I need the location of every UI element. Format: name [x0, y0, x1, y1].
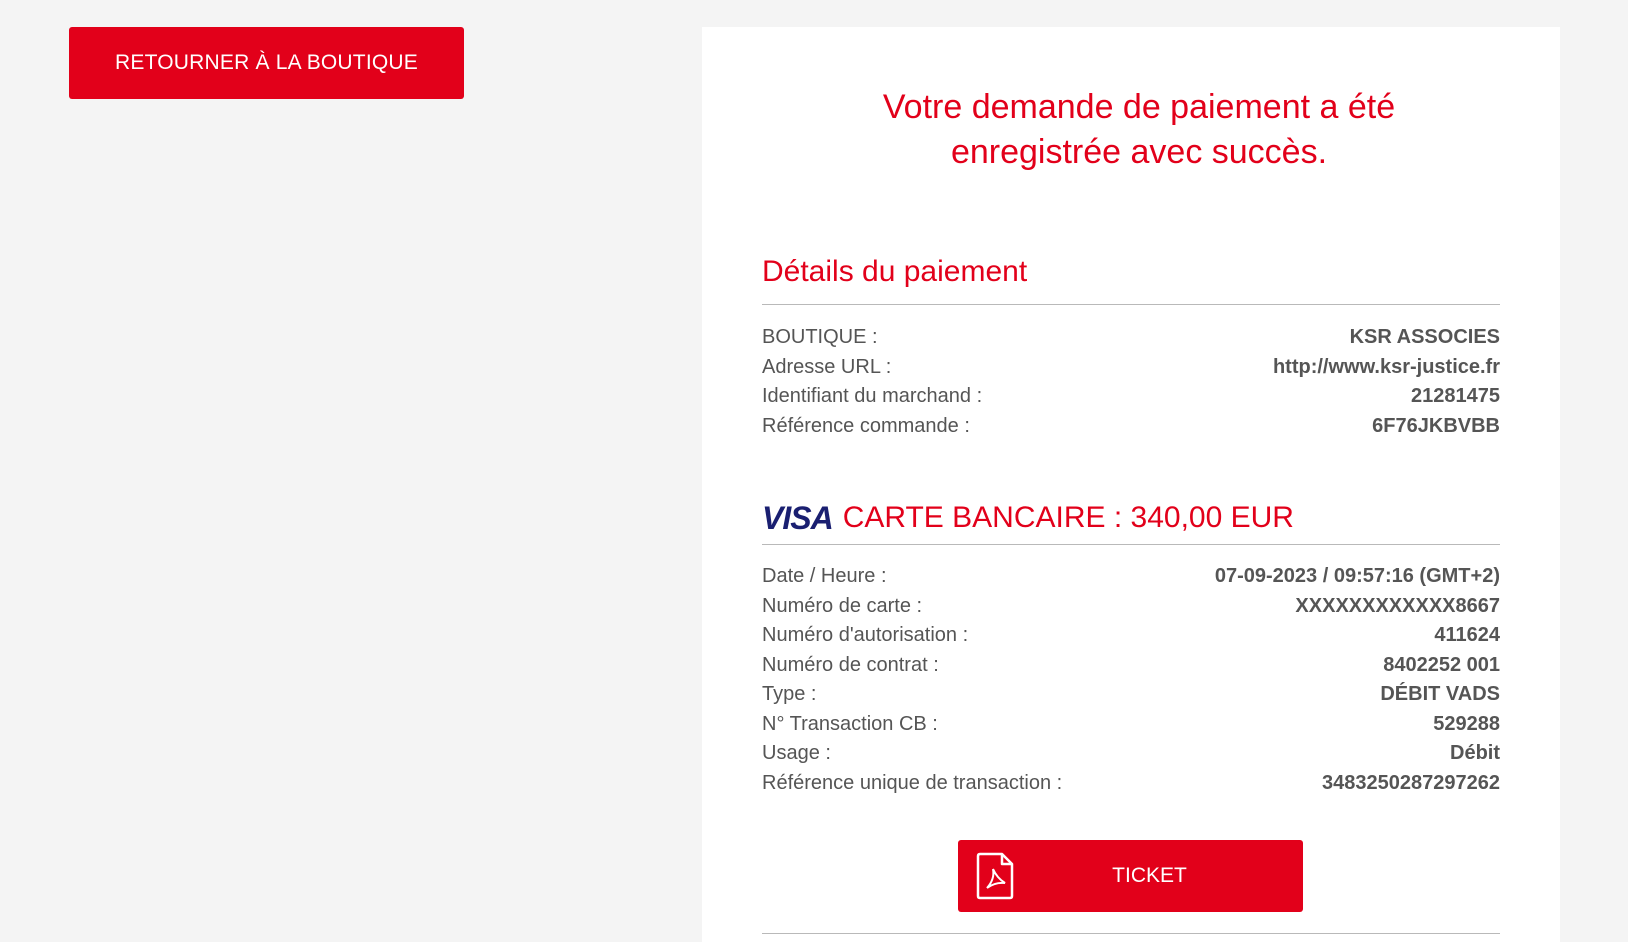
detail-value: XXXXXXXXXXXX8667	[1295, 594, 1500, 617]
transaction-details-list: Date / Heure : 07-09-2023 / 09:57:16 (GM…	[762, 565, 1500, 801]
detail-label: Numéro de contrat :	[762, 653, 939, 676]
detail-label: Identifiant du marchand :	[762, 385, 983, 407]
detail-label: Référence commande :	[762, 414, 970, 437]
detail-value: 3483250287297262	[1322, 771, 1500, 794]
divider	[762, 304, 1500, 305]
detail-label: BOUTIQUE :	[762, 326, 878, 348]
detail-label: Adresse URL :	[762, 355, 892, 378]
detail-row-order-reference: Référence commande : 6F76JKBVBB	[762, 415, 1500, 445]
detail-row-authorization-number: Numéro d'autorisation : 411624	[762, 624, 1500, 654]
detail-row-cb-transaction: N° Transaction CB : 529288	[762, 713, 1500, 743]
detail-value: 07-09-2023 / 09:57:16 (GMT+2)	[1214, 565, 1500, 587]
card-payment-amount: CARTE BANCAIRE : 340,00 EUR	[842, 501, 1294, 534]
detail-row-card-number: Numéro de carte : XXXXXXXXXXXX8667	[762, 595, 1500, 625]
divider	[762, 933, 1500, 934]
detail-row-unique-reference: Référence unique de transaction : 348325…	[762, 772, 1500, 802]
detail-value: 8402252 001	[1383, 653, 1500, 676]
detail-row-date-time: Date / Heure : 07-09-2023 / 09:57:16 (GM…	[762, 565, 1500, 595]
detail-value: DÉBIT VADS	[1380, 683, 1500, 705]
visa-logo-icon: VISA	[762, 500, 834, 536]
detail-label: Usage :	[762, 742, 831, 764]
detail-row-merchant-id: Identifiant du marchand : 21281475	[762, 385, 1500, 415]
detail-row-url: Adresse URL : http://www.ksr-justice.fr	[762, 356, 1500, 386]
confirmation-line-1: Votre demande de paiement a été	[882, 88, 1396, 126]
detail-row-type: Type : DÉBIT VADS	[762, 683, 1500, 713]
confirmation-message: Votre demande de paiement a été enregist…	[702, 85, 1576, 175]
detail-value: 6F76JKBVBB	[1372, 414, 1500, 437]
detail-label: Numéro de carte :	[762, 594, 923, 617]
detail-label: Date / Heure :	[762, 565, 887, 587]
detail-label: Type :	[762, 683, 817, 705]
detail-value: Débit	[1450, 742, 1500, 764]
detail-value: 21281475	[1411, 385, 1500, 407]
detail-row-usage: Usage : Débit	[762, 742, 1500, 772]
card-payment-heading: VISA CARTE BANCAIRE : 340,00 EUR	[762, 501, 1500, 535]
detail-value: KSR ASSOCIES	[1349, 326, 1500, 348]
detail-row-contract-number: Numéro de contrat : 8402252 001	[762, 654, 1500, 684]
back-to-shop-button[interactable]: RETOURNER À LA BOUTIQUE	[69, 27, 464, 99]
ticket-button-label: TICKET	[1112, 864, 1187, 887]
detail-value: http://www.ksr-justice.fr	[1272, 355, 1500, 378]
ticket-download-button[interactable]: TICKET	[958, 840, 1303, 912]
confirmation-line-2: enregistrée avec succès.	[950, 133, 1328, 171]
payment-receipt-card: Votre demande de paiement a été enregist…	[702, 27, 1560, 942]
detail-label: Référence unique de transaction :	[762, 771, 1063, 794]
divider	[762, 544, 1500, 545]
detail-value: 529288	[1433, 712, 1500, 735]
detail-label: Numéro d'autorisation :	[762, 624, 969, 646]
detail-value: 411624	[1434, 624, 1500, 646]
detail-label: N° Transaction CB :	[762, 712, 938, 735]
payment-details-heading: Détails du paiement	[762, 255, 1028, 288]
merchant-details-list: BOUTIQUE : KSR ASSOCIES Adresse URL : ht…	[762, 326, 1500, 444]
detail-row-boutique: BOUTIQUE : KSR ASSOCIES	[762, 326, 1500, 356]
